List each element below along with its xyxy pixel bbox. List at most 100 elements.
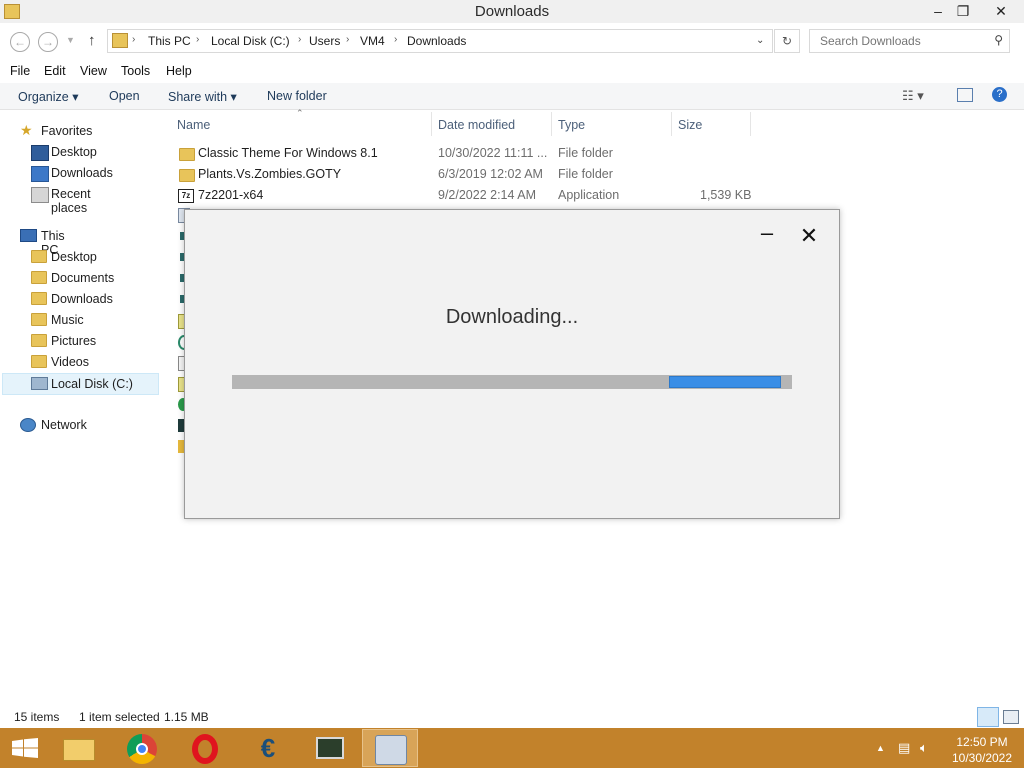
chrome-icon	[127, 734, 157, 764]
file-name: Classic Theme For Windows 8.1	[198, 146, 378, 160]
7zip-app-icon: 7z	[178, 189, 194, 203]
taskbar-cheat-engine[interactable]: €	[240, 729, 296, 767]
file-name: 7z2201-x64	[198, 188, 264, 202]
status-bar: 15 items 1 item selected 1.15 MB	[0, 707, 1024, 728]
address-bar[interactable]: › This PC › Local Disk (C:) › Users › VM…	[107, 29, 773, 53]
window-title: Downloads	[474, 3, 550, 20]
nav-item-label: Pictures	[51, 334, 97, 348]
command-bar: Organize ▾ Open Share with ▾ New folder …	[0, 83, 1024, 110]
installer-icon	[375, 735, 407, 765]
forward-button[interactable]: →	[38, 32, 58, 52]
nav-item-label: Desktop	[51, 145, 97, 159]
breadcrumb-separator-icon[interactable]: ›	[298, 34, 301, 45]
menu-edit[interactable]: Edit	[44, 64, 66, 78]
menu-file[interactable]: File	[10, 64, 30, 78]
network-icon	[20, 418, 36, 432]
file-name: Plants.Vs.Zombies.GOTY	[198, 167, 342, 181]
close-button[interactable]: ✕	[986, 0, 1016, 22]
maximize-button[interactable]: ❐	[950, 0, 976, 22]
network-tray-icon[interactable]: ▤	[898, 740, 910, 756]
breadcrumb-local-disk[interactable]: Local Disk (C:)	[211, 34, 290, 48]
clock-date[interactable]: 10/30/2022	[940, 751, 1024, 765]
volume-icon[interactable]: 🔈︎	[920, 740, 928, 756]
open-button[interactable]: Open	[109, 89, 140, 103]
address-history-chevron-icon[interactable]: ⌄	[756, 35, 764, 46]
item-count: 15 items	[14, 710, 60, 724]
folder-icon	[31, 355, 47, 368]
breadcrumb-separator-icon[interactable]: ›	[346, 34, 349, 45]
minimize-button[interactable]: –	[925, 0, 951, 22]
star-icon: ★	[20, 122, 33, 138]
file-date: 6/3/2019 12:02 AM	[438, 167, 543, 181]
start-button[interactable]	[12, 738, 38, 758]
breadcrumb-this-pc[interactable]: This PC	[148, 34, 191, 48]
taskbar-opera[interactable]	[177, 729, 233, 767]
recent-locations-dropdown[interactable]: ▼	[66, 35, 75, 45]
column-divider[interactable]	[431, 112, 432, 136]
nav-item-label: Documents	[51, 271, 115, 285]
file-date: 10/30/2022 11:11 ...	[438, 146, 548, 160]
folder-icon	[179, 148, 195, 161]
column-divider[interactable]	[750, 112, 751, 136]
show-hidden-icons-icon[interactable]: ▲	[876, 743, 885, 753]
menu-view[interactable]: View	[80, 64, 107, 78]
download-progress-fill	[669, 376, 781, 388]
column-header-name[interactable]: Name	[177, 118, 210, 132]
refresh-button[interactable]: ↻	[774, 29, 800, 53]
column-divider[interactable]	[551, 112, 552, 136]
taskbar-chrome[interactable]	[114, 729, 170, 767]
menu-help[interactable]: Help	[166, 64, 192, 78]
breadcrumb-downloads[interactable]: Downloads	[407, 34, 466, 48]
nav-item-label: Local Disk (C:)	[51, 377, 133, 391]
back-button[interactable]: ←	[10, 32, 30, 52]
preview-pane-icon[interactable]	[957, 88, 973, 102]
breadcrumb-separator-icon[interactable]: ›	[394, 34, 397, 45]
breadcrumb-separator-icon[interactable]: ›	[132, 34, 135, 45]
folder-icon	[179, 169, 195, 182]
download-status-text: Downloading...	[445, 306, 579, 328]
search-input[interactable]	[818, 33, 982, 49]
cheat-engine-icon: €	[260, 733, 276, 763]
taskbar-installer[interactable]	[362, 729, 418, 767]
new-folder-button[interactable]: New folder	[267, 89, 327, 103]
menu-tools[interactable]: Tools	[121, 64, 150, 78]
sort-ascending-icon: ⌃	[296, 108, 304, 118]
breadcrumb-vm4[interactable]: VM4	[360, 34, 385, 48]
folder-icon	[31, 313, 47, 326]
up-button[interactable]: ↑	[88, 32, 96, 49]
view-options-icon[interactable]: ☷ ▾	[902, 88, 924, 104]
column-header-date[interactable]: Date modified	[438, 118, 515, 132]
file-type: Application	[558, 188, 620, 202]
nav-item-label: Desktop	[51, 250, 97, 264]
share-with-button[interactable]: Share with ▾	[168, 89, 237, 104]
taskbar-task-manager[interactable]	[302, 729, 358, 767]
dialog-minimize-button[interactable]: –	[757, 222, 777, 244]
windows-logo-icon	[12, 738, 38, 758]
menu-bar: File Edit View Tools Help	[0, 60, 1024, 82]
large-icons-view-icon[interactable]	[1003, 710, 1019, 724]
help-icon[interactable]: ?	[992, 87, 1007, 102]
details-view-icon[interactable]	[977, 707, 999, 727]
file-row[interactable]: Plants.Vs.Zombies.GOTY 6/3/2019 12:02 AM…	[176, 164, 751, 185]
column-header-size[interactable]: Size	[678, 118, 702, 132]
column-divider[interactable]	[671, 112, 672, 136]
nav-pc-local-disk[interactable]: Local Disk (C:)	[2, 373, 159, 395]
desktop-icon	[31, 145, 49, 161]
nav-item-label: Recent places	[51, 187, 91, 215]
clock-time[interactable]: 12:50 PM	[940, 735, 1024, 749]
file-row[interactable]: Classic Theme For Windows 8.1 10/30/2022…	[176, 143, 751, 164]
recent-places-icon	[31, 187, 49, 203]
column-header-type[interactable]: Type	[558, 118, 585, 132]
search-icon[interactable]: ⚲	[994, 33, 1003, 47]
search-box[interactable]: ⚲	[809, 29, 1010, 53]
organize-button[interactable]: Organize ▾	[18, 89, 78, 104]
nav-item-label: Downloads	[51, 166, 113, 180]
file-size: 1,539 KB	[700, 188, 752, 202]
dialog-close-button[interactable]: ✕	[799, 225, 819, 247]
taskbar-file-explorer[interactable]	[50, 729, 106, 767]
file-row[interactable]: 7z 7z2201-x64 9/2/2022 2:14 AM Applicati…	[176, 185, 751, 206]
file-date: 9/2/2022 2:14 AM	[438, 188, 536, 202]
breadcrumb-users[interactable]: Users	[309, 34, 340, 48]
breadcrumb-separator-icon[interactable]: ›	[196, 34, 199, 45]
selection-size: 1.15 MB	[164, 710, 209, 724]
